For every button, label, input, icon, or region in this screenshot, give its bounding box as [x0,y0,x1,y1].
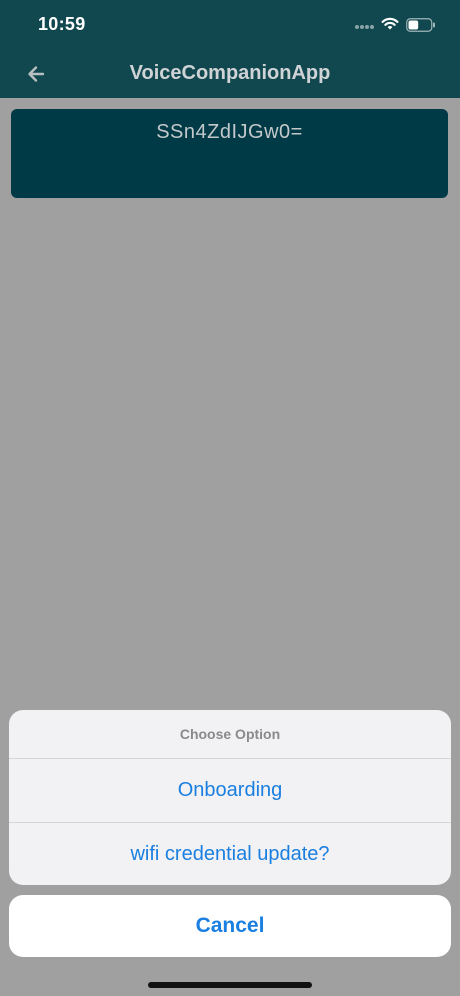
cancel-button[interactable]: Cancel [9,895,451,957]
home-indicator [148,982,312,988]
battery-icon [406,18,435,32]
action-sheet-title: Choose Option [179,726,281,742]
status-bar: 10:59 [0,0,460,50]
wifi-icon [381,17,399,30]
signal-dots-icon [355,25,375,31]
nav-bar: VoiceCompanionApp [0,50,460,98]
onboarding-option[interactable]: Onboarding [9,758,451,822]
code-card: SSn4ZdIJGw0= [11,109,448,198]
action-sheet: Choose Option Onboarding wifi credential… [9,710,451,885]
page-title: VoiceCompanionApp [129,62,331,84]
code-text: SSn4ZdIJGw0= [156,121,303,143]
status-time: 10:59 [38,14,86,34]
wifi-credential-update-option[interactable]: wifi credential update? [9,822,451,885]
